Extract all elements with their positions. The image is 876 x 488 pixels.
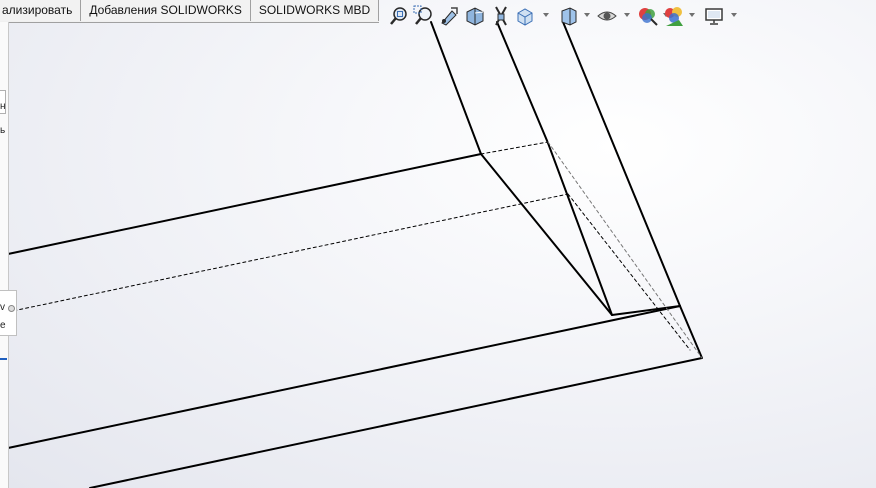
hide-show-items-icon[interactable]	[596, 5, 618, 27]
model-edge	[7, 305, 681, 449]
zoom-area-icon[interactable]	[413, 5, 435, 27]
chevron-down-icon[interactable]	[731, 13, 737, 17]
panel-text: v	[0, 302, 5, 313]
apply-scene-icon[interactable]	[663, 5, 685, 27]
panel-text: ь	[0, 125, 6, 136]
section-view-icon[interactable]	[464, 5, 486, 27]
chevron-down-icon[interactable]	[689, 13, 695, 17]
panel-popup[interactable]: v e	[0, 290, 17, 336]
panel-text: н	[0, 101, 6, 112]
chevron-down-icon[interactable]	[543, 13, 549, 17]
display-style-icon[interactable]	[558, 5, 580, 27]
model-edge	[480, 153, 613, 316]
selection-indicator	[0, 358, 7, 360]
model-edge	[89, 357, 703, 488]
model-edge	[430, 21, 482, 155]
command-manager-tabs: ализировать Добавления SOLIDWORKS SOLIDW…	[0, 0, 380, 23]
tab-analyze[interactable]: ализировать	[0, 0, 82, 21]
dynamic-annotation-icon[interactable]	[490, 5, 512, 27]
panel-text: e	[0, 320, 6, 331]
previous-view-icon[interactable]	[438, 5, 460, 27]
hidden-edge	[7, 193, 569, 313]
wireframe-model[interactable]	[7, 21, 703, 488]
model-edge	[547, 142, 613, 316]
chevron-down-icon[interactable]	[624, 13, 630, 17]
model-edge	[496, 21, 549, 144]
hidden-edge	[480, 141, 549, 155]
feature-manager-panel[interactable]: н ь v e	[0, 22, 17, 488]
view-settings-icon[interactable]	[703, 5, 725, 27]
model-edge	[562, 21, 681, 307]
graphics-viewport[interactable]	[0, 0, 876, 488]
model-edge	[679, 305, 703, 359]
chevron-down-icon[interactable]	[584, 13, 590, 17]
pin-icon[interactable]	[8, 305, 15, 312]
model-edge	[7, 153, 482, 255]
zoom-to-fit-icon[interactable]	[388, 5, 410, 27]
view-orientation-icon[interactable]	[514, 5, 536, 27]
tab-solidworks-mbd[interactable]: SOLIDWORKS MBD	[250, 0, 380, 21]
tab-solidworks-addins[interactable]: Добавления SOLIDWORKS	[81, 0, 251, 21]
edit-appearance-icon[interactable]	[637, 5, 659, 27]
